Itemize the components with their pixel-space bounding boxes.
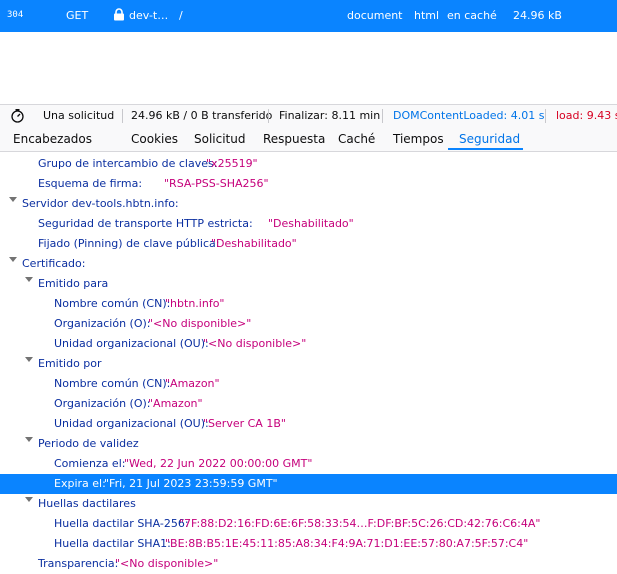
chevron-down-icon[interactable] [9,257,17,262]
stopwatch-icon[interactable] [10,108,25,123]
tree-value: "x25519" [206,157,258,170]
tab-cache[interactable]: Caché [338,132,375,146]
tree-key: Unidad organizacional (OU): [54,337,209,350]
tree-value: "Server CA 1B" [203,417,286,430]
details-tabs: Encabezados Cookies Solicitud Respuesta … [0,127,617,152]
tree-key: Organización (O): [54,397,151,410]
tree-value: "<No disponible>" [203,337,307,350]
tree-key: Nombre común (CN): [54,297,171,310]
tree-key: Periodo de validez [38,437,139,450]
summary-requests: Una solicitud [43,109,115,122]
tab-headers[interactable]: Encabezados [13,132,92,146]
tree-row-signature-scheme[interactable]: Esquema de firma: "RSA-PSS-SHA256" [0,174,617,194]
tree-key: Expira el: [54,477,106,490]
request-row[interactable]: 304 GET dev-t… / document html en caché … [0,0,617,32]
tree-row-issued-to[interactable]: Emitido para [0,274,617,294]
summary-domcontentloaded: DOMContentLoaded: 4.01 s [393,109,545,122]
tree-key: Comienza el: [54,457,126,470]
tree-key: Certificado: [22,257,86,270]
tree-row-by-o[interactable]: Organización (O): "Amazon" [0,394,617,414]
tree-key: Organización (O): [54,317,151,330]
tab-timings[interactable]: Tiempos [393,132,444,146]
tree-row-to-ou[interactable]: Unidad organizacional (OU): "<No disponi… [0,334,617,354]
request-size: 24.96 kB [513,9,562,22]
tree-row-transparency[interactable]: Transparencia: "<No disponible>" [0,554,617,574]
tree-key: Servidor dev-tools.hbtn.info: [22,197,179,210]
tree-row-expires[interactable]: Expira el: "Fri, 21 Jul 2023 23:59:59 GM… [0,474,617,494]
chevron-down-icon[interactable] [25,357,33,362]
chevron-down-icon[interactable] [25,437,33,442]
tree-key: Emitido por [38,357,102,370]
summary-bar: Una solicitud 24.96 kB / 0 B transferido… [0,104,617,128]
request-status: 304 [7,10,24,20]
tree-row-sha1[interactable]: Huella dactilar SHA1: "BE:8B:B5:1E:45:11… [0,534,617,554]
tree-row-certificate[interactable]: Certificado: [0,254,617,274]
request-type: document [347,9,403,22]
request-transferred: en caché [447,9,497,22]
tree-key: Grupo de intercambio de claves: [38,157,218,170]
chevron-down-icon[interactable] [25,277,33,282]
tab-request[interactable]: Solicitud [194,132,246,146]
tree-row-begins[interactable]: Comienza el: "Wed, 22 Jun 2022 00:00:00 … [0,454,617,474]
tree-key: Esquema de firma: [38,177,143,190]
request-method: GET [66,9,89,22]
tab-response[interactable]: Respuesta [263,132,325,146]
tree-row-hpkp[interactable]: Fijado (Pinning) de clave pública: "Desh… [0,234,617,254]
tree-value: "Deshabilitado" [211,237,297,250]
chevron-down-icon[interactable] [25,497,33,502]
tree-row-validity[interactable]: Periodo de validez [0,434,617,454]
tree-row-hsts[interactable]: Seguridad de transporte HTTP estricta: "… [0,214,617,234]
tree-row-issued-by[interactable]: Emitido por [0,354,617,374]
chevron-down-icon[interactable] [9,197,17,202]
lock-icon [113,8,127,22]
tree-key: Huella dactilar SHA-256: [54,517,189,530]
tab-selected-indicator [448,148,523,150]
tree-row-by-cn[interactable]: Nombre común (CN): "Amazon" [0,374,617,394]
tab-security[interactable]: Seguridad [459,132,520,146]
request-path: / [179,9,183,22]
tree-row-to-cn[interactable]: Nombre común (CN): "hbtn.info" [0,294,617,314]
tree-value: "7F:88:D2:16:FD:6E:6F:58:33:54…F:DF:BF:5… [179,517,541,530]
tree-key: Seguridad de transporte HTTP estricta: [38,217,253,230]
request-file: dev-t… [129,9,169,22]
tree-row-fingerprints[interactable]: Huellas dactilares [0,494,617,514]
tree-value: "Amazon" [165,377,220,390]
tree-value: "BE:8B:B5:1E:45:11:85:A8:34:F4:9A:71:D1:… [165,537,529,550]
tree-row-by-ou[interactable]: Unidad organizacional (OU): "Server CA 1… [0,414,617,434]
summary-transferred: 24.96 kB / 0 B transferido [131,109,273,122]
tree-key: Unidad organizacional (OU): [54,417,209,430]
tree-value: "Deshabilitado" [268,217,354,230]
tree-value: "Wed, 22 Jun 2022 00:00:00 GMT" [124,457,313,470]
tree-value: "<No disponible>" [115,557,219,570]
summary-finish: Finalizar: 8.11 min [279,109,381,122]
tree-row-server[interactable]: Servidor dev-tools.hbtn.info: [0,194,617,214]
tab-cookies[interactable]: Cookies [131,132,178,146]
tree-value: "RSA-PSS-SHA256" [164,177,269,190]
tree-row-to-o[interactable]: Organización (O): "<No disponible>" [0,314,617,334]
tree-key: Huellas dactilares [38,497,136,510]
tree-key: Huella dactilar SHA1: [54,537,171,550]
tree-key: Transparencia: [38,557,119,570]
tree-value: "<No disponible>" [148,317,252,330]
tree-key: Emitido para [38,277,109,290]
tree-row-kx-group[interactable]: Grupo de intercambio de claves: "x25519" [0,154,617,174]
tree-key: Nombre común (CN): [54,377,171,390]
tree-value: "Amazon" [148,397,203,410]
summary-load: load: 9.43 s [556,109,617,122]
tree-value: "hbtn.info" [165,297,225,310]
tree-key: Fijado (Pinning) de clave pública: [38,237,220,250]
tree-row-sha256[interactable]: Huella dactilar SHA-256: "7F:88:D2:16:FD… [0,514,617,534]
tree-value: "Fri, 21 Jul 2023 23:59:59 GMT" [104,477,278,490]
request-content-type: html [414,9,440,22]
